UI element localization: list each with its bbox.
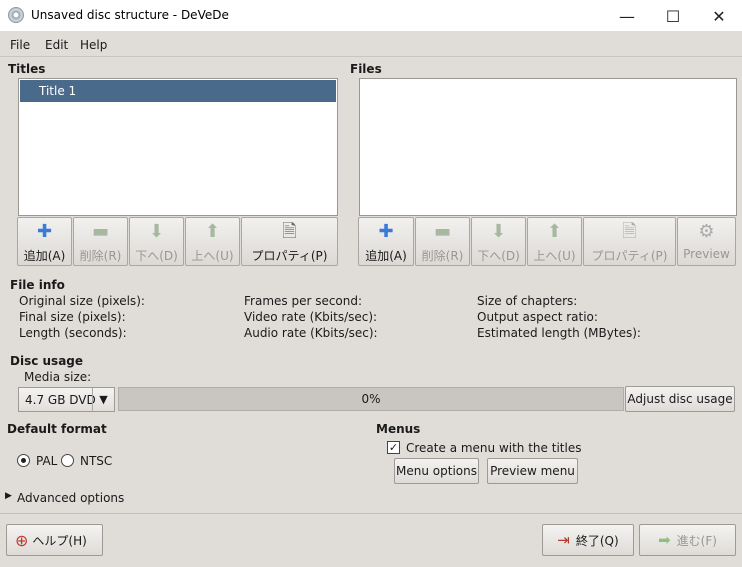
title-bar: Unsaved disc structure - DeVeDe — ☐ ✕ bbox=[0, 0, 742, 32]
disc-usage-progress-bar: 0% bbox=[118, 387, 624, 411]
files-properties-button[interactable]: 🗎 プロパティ(P) bbox=[583, 217, 676, 266]
files-down-button[interactable]: ⬇ 下へ(D) bbox=[471, 217, 526, 266]
minus-icon: ▬ bbox=[91, 221, 109, 242]
forward-button-label: 進む(F) bbox=[676, 533, 717, 548]
menu-file[interactable]: File bbox=[10, 38, 30, 52]
ntsc-label: NTSC bbox=[80, 454, 113, 468]
checkmark-icon: ✓ bbox=[388, 441, 399, 454]
adjust-disc-usage-button[interactable]: Adjust disc usage bbox=[625, 386, 735, 412]
files-properties-label: プロパティ(P) bbox=[591, 249, 668, 263]
arrow-down-icon: ⬇ bbox=[148, 221, 165, 242]
titles-remove-label: 削除(R) bbox=[79, 249, 122, 263]
info-fps: Frames per second: bbox=[244, 294, 363, 308]
titles-add-button[interactable]: ✚ 追加(A) bbox=[17, 217, 72, 266]
files-remove-button[interactable]: ▬ 削除(R) bbox=[415, 217, 470, 266]
file-info-header: File info bbox=[10, 278, 65, 292]
menu-help[interactable]: Help bbox=[80, 38, 107, 52]
info-chapter-size: Size of chapters: bbox=[477, 294, 578, 308]
info-final-size: Final size (pixels): bbox=[19, 310, 126, 324]
titles-properties-label: プロパティ(P) bbox=[251, 249, 328, 263]
titles-remove-button[interactable]: ▬ 削除(R) bbox=[73, 217, 128, 266]
info-length: Length (seconds): bbox=[19, 326, 127, 340]
ntsc-radio[interactable] bbox=[61, 454, 74, 467]
menu-edit[interactable]: Edit bbox=[45, 38, 68, 52]
advanced-options-expander[interactable]: Advanced options bbox=[17, 491, 124, 505]
create-menu-label: Create a menu with the titles bbox=[406, 441, 582, 455]
close-button[interactable]: ✕ bbox=[696, 0, 742, 32]
disc-usage-percent: 0% bbox=[361, 392, 381, 406]
info-original-size: Original size (pixels): bbox=[19, 294, 145, 308]
maximize-button[interactable]: ☐ bbox=[650, 0, 696, 32]
properties-icon: 🗎 bbox=[622, 221, 637, 242]
files-preview-label: Preview bbox=[683, 247, 730, 261]
help-button[interactable]: ⊕ ヘルプ(H) bbox=[6, 524, 103, 556]
arrow-up-icon: ⬆ bbox=[546, 221, 563, 242]
files-up-label: 上へ(U) bbox=[533, 249, 576, 263]
media-size-label: Media size: bbox=[24, 370, 92, 384]
info-aspect-ratio: Output aspect ratio: bbox=[477, 310, 598, 324]
plus-icon: ✚ bbox=[378, 221, 394, 242]
expander-arrow-icon[interactable]: ▶ bbox=[5, 491, 12, 501]
titles-up-button[interactable]: ⬆ 上へ(U) bbox=[185, 217, 240, 266]
title-list-item[interactable]: Title 1 bbox=[20, 80, 336, 102]
info-video-rate: Video rate (Kbits/sec): bbox=[244, 310, 378, 324]
quit-button-label: 終了(Q) bbox=[575, 533, 619, 548]
files-add-button[interactable]: ✚ 追加(A) bbox=[358, 217, 414, 266]
arrow-down-icon: ⬇ bbox=[490, 221, 507, 242]
pal-radio[interactable] bbox=[17, 454, 30, 467]
titles-down-button[interactable]: ⬇ 下へ(D) bbox=[129, 217, 184, 266]
titles-add-label: 追加(A) bbox=[23, 249, 66, 263]
menu-options-button[interactable]: Menu options bbox=[394, 458, 479, 484]
preview-menu-button[interactable]: Preview menu bbox=[487, 458, 578, 484]
titles-properties-button[interactable]: 🗎 プロパティ(P) bbox=[241, 217, 338, 266]
files-down-label: 下へ(D) bbox=[477, 249, 520, 263]
titles-header: Titles bbox=[8, 62, 46, 76]
info-audio-rate: Audio rate (Kbits/sec): bbox=[244, 326, 378, 340]
forward-button[interactable]: ➡ 進む(F) bbox=[639, 524, 736, 556]
minimize-button[interactable]: — bbox=[604, 0, 650, 32]
disc-usage-header: Disc usage bbox=[10, 354, 84, 368]
create-menu-checkbox[interactable]: ✓ bbox=[387, 441, 400, 454]
media-size-select[interactable]: 4.7 GB DVD ▼ bbox=[18, 387, 115, 412]
arrow-up-icon: ⬆ bbox=[204, 221, 221, 242]
menu-bar: File Edit Help bbox=[0, 33, 742, 57]
exit-icon: ⇥ bbox=[557, 531, 570, 549]
files-remove-label: 削除(R) bbox=[421, 249, 464, 263]
media-size-value: 4.7 GB DVD bbox=[25, 392, 96, 407]
files-header: Files bbox=[350, 62, 382, 76]
files-list[interactable] bbox=[359, 78, 737, 216]
files-add-label: 追加(A) bbox=[365, 249, 407, 263]
quit-button[interactable]: ⇥ 終了(Q) bbox=[542, 524, 634, 556]
window-title: Unsaved disc structure - DeVeDe bbox=[31, 8, 229, 22]
titles-down-label: 下へ(D) bbox=[135, 249, 178, 263]
preview-icon: ⚙ bbox=[698, 221, 715, 242]
lifebuoy-icon: ⊕ bbox=[15, 530, 29, 550]
arrow-right-icon: ➡ bbox=[658, 531, 671, 549]
minus-icon: ▬ bbox=[433, 221, 451, 242]
info-estimated-length: Estimated length (MBytes): bbox=[477, 326, 641, 340]
devede-app-icon bbox=[8, 7, 24, 23]
menus-header: Menus bbox=[376, 422, 421, 436]
titles-up-label: 上へ(U) bbox=[191, 249, 234, 263]
default-format-header: Default format bbox=[7, 422, 107, 436]
chevron-down-icon: ▼ bbox=[92, 388, 114, 411]
files-preview-button[interactable]: ⚙ Preview bbox=[677, 217, 736, 266]
properties-icon: 🗎 bbox=[282, 221, 297, 242]
files-up-button[interactable]: ⬆ 上へ(U) bbox=[527, 217, 582, 266]
help-button-label: ヘルプ(H) bbox=[32, 533, 87, 548]
plus-icon: ✚ bbox=[36, 221, 53, 242]
pal-label: PAL bbox=[36, 454, 58, 468]
